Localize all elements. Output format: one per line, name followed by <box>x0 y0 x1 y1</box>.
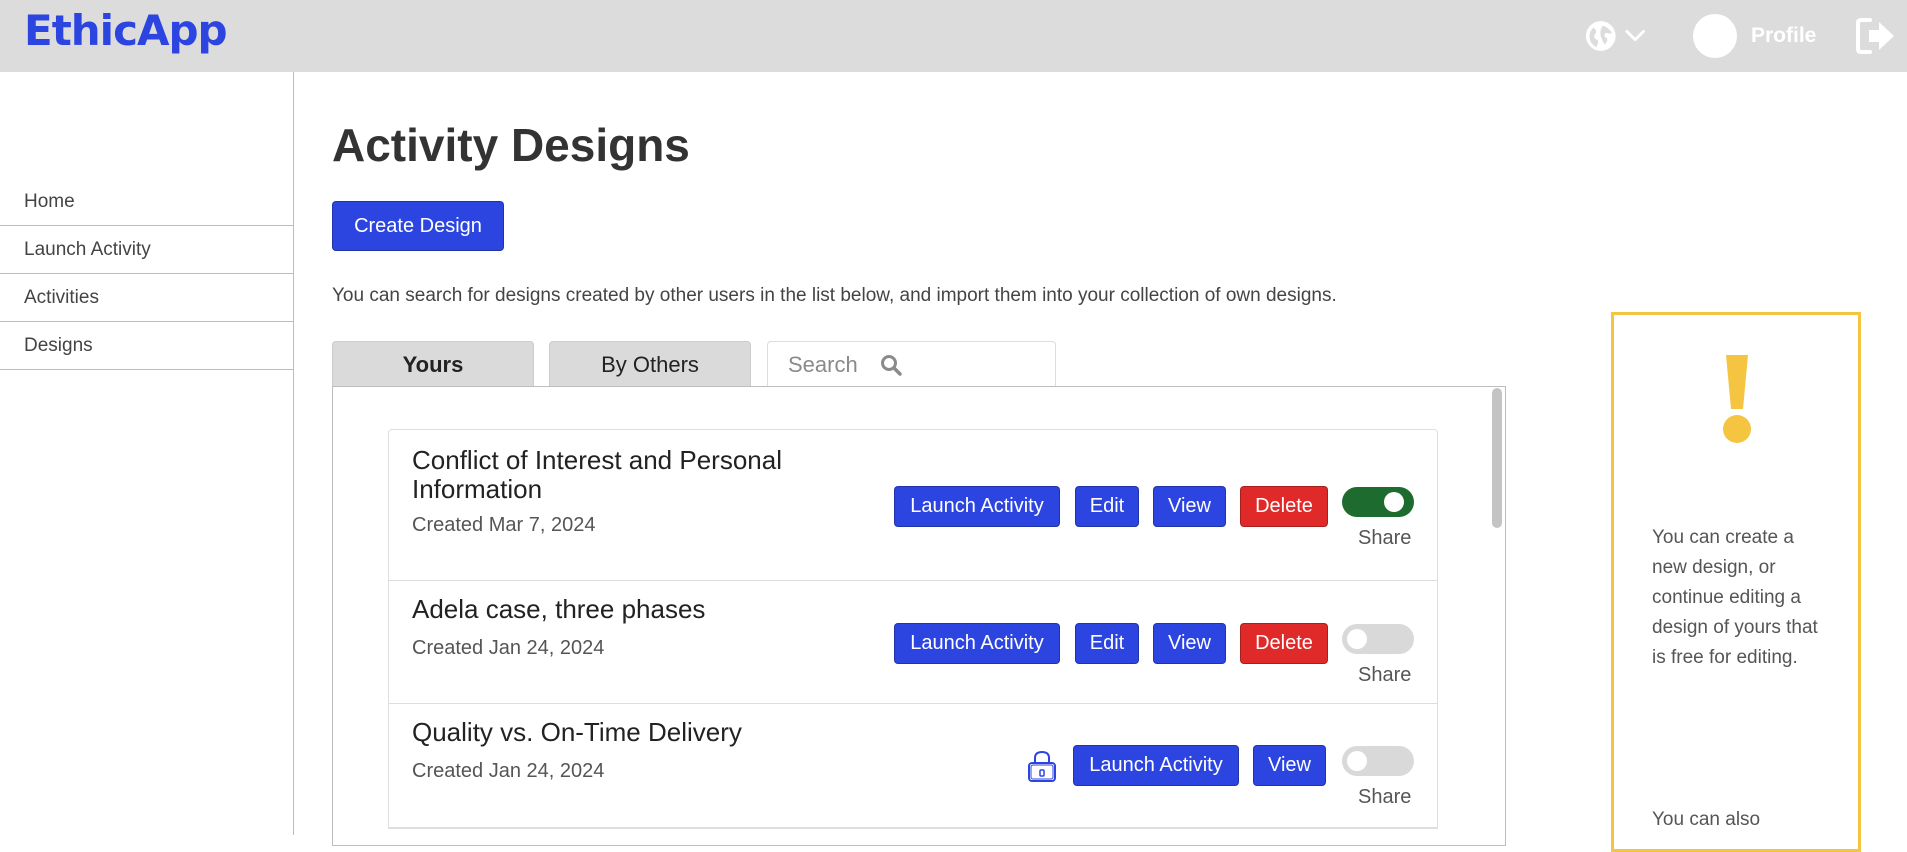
view-button[interactable]: View <box>1153 623 1226 664</box>
tab-yours[interactable]: Yours <box>332 341 534 387</box>
design-title: Quality vs. On-Time Delivery <box>412 717 742 747</box>
sidebar-item-home[interactable]: Home <box>0 178 293 226</box>
edit-button[interactable]: Edit <box>1075 486 1139 527</box>
scrollbar[interactable] <box>1492 388 1502 528</box>
logout-icon[interactable] <box>1856 17 1896 55</box>
search-icon <box>881 354 902 376</box>
toggle-knob <box>1347 751 1367 771</box>
delete-button[interactable]: Delete <box>1240 623 1328 664</box>
chevron-down-icon <box>1625 29 1645 42</box>
sidebar-item-launch-activity[interactable]: Launch Activity <box>0 226 293 274</box>
toggle-knob <box>1347 629 1367 649</box>
help-text: You can search for designs created by ot… <box>332 285 1337 306</box>
tab-by-others[interactable]: By Others <box>549 341 751 387</box>
globe-icon <box>1585 21 1616 51</box>
share-label: Share <box>1358 527 1412 549</box>
edit-button[interactable]: Edit <box>1075 623 1139 664</box>
search-field[interactable] <box>767 341 1056 387</box>
notice-text-continued: You can also <box>1652 809 1761 830</box>
design-created-date: Created Jan 24, 2024 <box>412 637 605 659</box>
design-created-date: Created Jan 24, 2024 <box>412 760 605 782</box>
launch-activity-button[interactable]: Launch Activity <box>894 623 1060 664</box>
sidebar: Home Launch Activity Activities Designs <box>0 72 294 835</box>
notice-text: You can create a new design, or continue… <box>1652 527 1818 668</box>
share-toggle[interactable] <box>1342 746 1414 776</box>
search-input[interactable] <box>786 350 870 379</box>
lock-icon <box>1028 750 1056 782</box>
create-design-button[interactable]: Create Design <box>332 201 504 251</box>
share-label: Share <box>1358 664 1412 686</box>
avatar <box>1693 14 1737 58</box>
list-item: Quality vs. On-Time Delivery Created Jan… <box>389 704 1437 828</box>
design-title: Conflict of Interest and Personal Inform… <box>412 445 782 504</box>
brand-logo[interactable]: EthicApp <box>24 6 228 55</box>
sidebar-item-activities[interactable]: Activities <box>0 274 293 322</box>
profile-menu[interactable]: Profile <box>1693 12 1816 60</box>
share-toggle[interactable] <box>1342 487 1414 517</box>
designs-list: Conflict of Interest and Personal Inform… <box>388 429 1438 829</box>
share-toggle[interactable] <box>1342 624 1414 654</box>
launch-activity-button[interactable]: Launch Activity <box>1073 745 1239 786</box>
sidebar-nav: Home Launch Activity Activities Designs <box>0 178 293 370</box>
list-item: Adela case, three phases Created Jan 24,… <box>389 581 1437 704</box>
design-title: Adela case, three phases <box>412 594 706 624</box>
launch-activity-button[interactable]: Launch Activity <box>894 486 1060 527</box>
toggle-knob <box>1384 492 1404 512</box>
exclamation-icon <box>1723 355 1751 443</box>
help-notice: You can create a new design, or continue… <box>1611 312 1861 852</box>
language-selector[interactable] <box>1585 18 1645 54</box>
page-title: Activity Designs <box>332 119 690 171</box>
view-button[interactable]: View <box>1253 745 1326 786</box>
profile-label: Profile <box>1751 24 1817 47</box>
sidebar-item-designs[interactable]: Designs <box>0 322 293 370</box>
delete-button[interactable]: Delete <box>1240 486 1328 527</box>
view-button[interactable]: View <box>1153 486 1226 527</box>
design-created-date: Created Mar 7, 2024 <box>412 514 596 536</box>
list-item: Conflict of Interest and Personal Inform… <box>389 430 1437 581</box>
share-label: Share <box>1358 786 1412 808</box>
top-navbar: EthicApp Profile <box>0 0 1907 72</box>
